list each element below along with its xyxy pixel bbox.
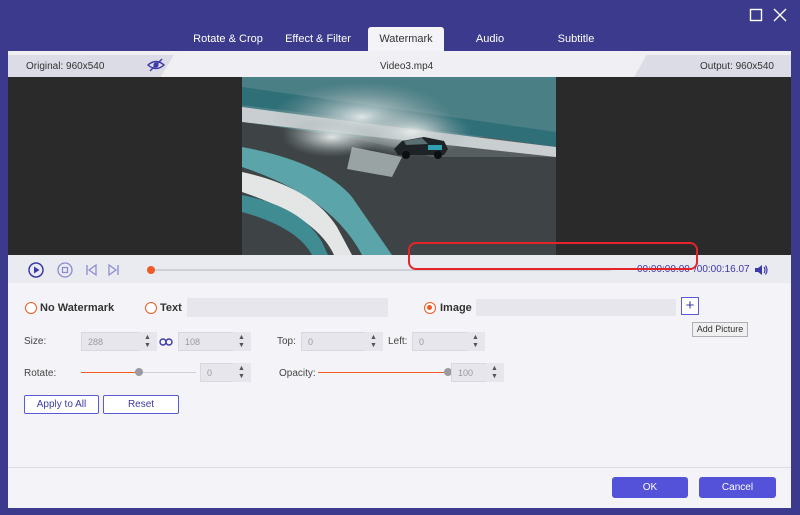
opacity-slider-fill — [318, 372, 448, 373]
play-icon[interactable] — [28, 262, 44, 278]
link-icon[interactable] — [159, 335, 173, 347]
top-input[interactable]: 0 — [301, 332, 371, 351]
rotate-stepper[interactable]: ▲ ▼ — [233, 363, 251, 382]
image-radio[interactable] — [424, 302, 436, 314]
previous-frame-icon[interactable] — [84, 262, 100, 278]
video-preview — [8, 77, 791, 255]
tab-watermark[interactable]: Watermark — [368, 27, 444, 51]
close-icon[interactable] — [773, 8, 787, 22]
next-frame-icon[interactable] — [105, 262, 121, 278]
output-resolution: Output: 960x540 — [700, 61, 774, 72]
no-watermark-radio[interactable] — [25, 302, 37, 314]
ok-button[interactable]: OK — [612, 477, 688, 498]
tab-effect-filter[interactable]: Effect & Filter — [278, 27, 358, 51]
apply-to-all-button[interactable]: Apply to All — [24, 395, 99, 414]
timeline-playhead[interactable] — [147, 266, 155, 274]
footer-divider — [8, 467, 791, 468]
top-stepper[interactable]: ▲ ▼ — [365, 332, 383, 351]
cancel-button[interactable]: Cancel — [699, 477, 776, 498]
stop-icon[interactable] — [57, 262, 73, 278]
main-panel: Original: 960x540 Video3.mp4 Output: 960… — [8, 51, 791, 508]
text-radio[interactable] — [145, 302, 157, 314]
image-label: Image — [440, 302, 472, 314]
reset-button[interactable]: Reset — [103, 395, 179, 414]
total-time: /00:00:16.07 — [694, 264, 750, 275]
no-watermark-label: No Watermark — [40, 302, 115, 314]
top-label: Top: — [277, 336, 296, 347]
eye-icon[interactable] — [146, 58, 166, 72]
add-picture-tooltip: Add Picture — [692, 322, 748, 337]
info-bar: Original: 960x540 Video3.mp4 Output: 960… — [8, 51, 791, 77]
rotate-label: Rotate: — [24, 368, 57, 379]
volume-icon[interactable] — [753, 262, 769, 278]
tab-bar: Rotate & Crop Effect & Filter Watermark … — [0, 27, 800, 51]
filename: Video3.mp4 — [380, 61, 434, 72]
opacity-stepper[interactable]: ▲ ▼ — [486, 363, 504, 382]
original-resolution: Original: 960x540 — [26, 61, 105, 72]
width-stepper[interactable]: ▲ ▼ — [139, 332, 157, 351]
image-path-input[interactable] — [476, 299, 676, 316]
opacity-input[interactable]: 100 — [451, 363, 491, 382]
size-label: Size: — [24, 336, 47, 347]
image-option-highlight — [408, 242, 698, 270]
rotate-slider-fill — [81, 372, 139, 373]
text-label: Text — [160, 302, 182, 314]
width-input[interactable]: 288 — [81, 332, 141, 351]
rotate-slider-knob[interactable] — [135, 368, 143, 376]
tab-rotate-crop[interactable]: Rotate & Crop — [188, 27, 268, 51]
height-stepper[interactable]: ▲ ▼ — [233, 332, 251, 351]
text-watermark-input[interactable] — [187, 298, 388, 317]
rotate-slider[interactable] — [81, 368, 196, 376]
video-frame — [242, 77, 556, 255]
opacity-slider[interactable] — [318, 368, 452, 376]
maximize-icon[interactable] — [749, 8, 763, 22]
tab-subtitle[interactable]: Subtitle — [538, 27, 614, 51]
height-input[interactable]: 108 — [178, 332, 238, 351]
left-label: Left: — [388, 336, 408, 347]
left-stepper[interactable]: ▲ ▼ — [467, 332, 485, 351]
add-picture-button[interactable]: + — [681, 297, 699, 315]
opacity-label: Opacity: — [279, 368, 316, 379]
tab-audio[interactable]: Audio — [454, 27, 526, 51]
